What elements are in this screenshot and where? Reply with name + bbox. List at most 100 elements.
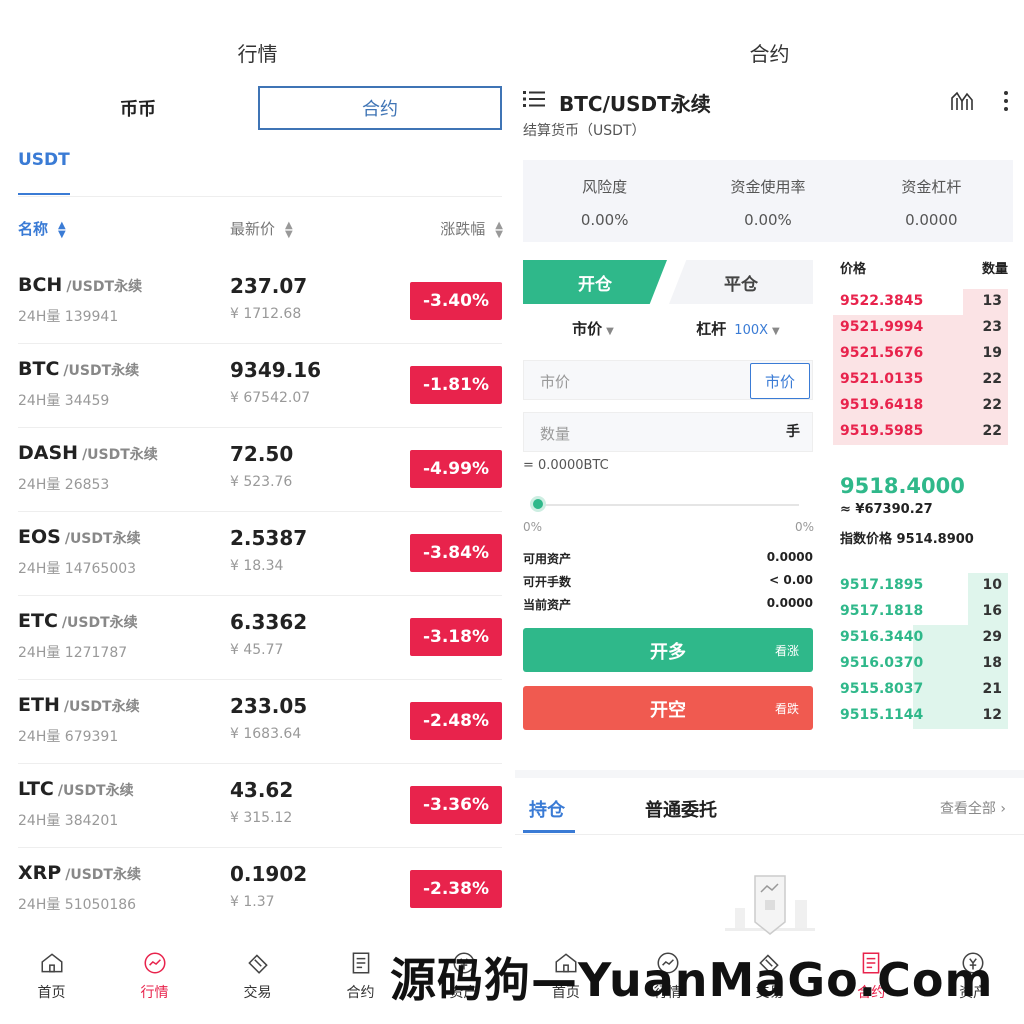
market-row-etc[interactable]: ETC/USDT永续 24H量 1271787 6.3362 ¥ 45.77 -… bbox=[18, 596, 502, 680]
sort-icon: ▲ ▼ bbox=[495, 219, 503, 240]
tab-orders[interactable]: 普通委托 bbox=[645, 796, 717, 822]
volume: 24H量 679391 bbox=[18, 729, 119, 745]
symbol: XRP bbox=[18, 862, 62, 884]
page-title: 行情 bbox=[237, 42, 278, 66]
settle-currency: 结算货币（USDT） bbox=[523, 123, 646, 139]
tab-indicator bbox=[18, 193, 70, 195]
cny-price: ¥ 1.37 bbox=[230, 894, 275, 910]
market-row-dash[interactable]: DASH/USDT永续 24H量 26853 72.50 ¥ 523.76 -4… bbox=[18, 428, 502, 512]
bid-row[interactable]: 9517.1895 10 bbox=[833, 573, 1008, 599]
symbol: ETH bbox=[18, 694, 60, 716]
nav-home[interactable]: 首页 bbox=[0, 950, 103, 1024]
sort-icon: ▲ ▼ bbox=[58, 219, 66, 240]
symbol-suffix: /USDT永续 bbox=[64, 531, 141, 547]
symbol-suffix: /USDT永续 bbox=[57, 783, 134, 799]
symbol: BCH bbox=[18, 274, 63, 296]
last-price: 233.05 bbox=[230, 694, 308, 718]
symbol-suffix: /USDT永续 bbox=[63, 363, 140, 379]
max-lots: 可开手数 < 0.00 bbox=[523, 573, 813, 589]
cny-price: ¥ 18.34 bbox=[230, 558, 284, 574]
tab-open[interactable]: 开仓 bbox=[523, 260, 667, 304]
sort-name-header[interactable]: 名称 ▲ ▼ bbox=[18, 218, 66, 239]
caret-down-icon: ▼ bbox=[772, 326, 780, 337]
more-vertical-icon[interactable] bbox=[1002, 90, 1010, 112]
ask-row[interactable]: 9519.6418 22 bbox=[833, 393, 1008, 419]
market-row-ltc[interactable]: LTC/USDT永续 24H量 384201 43.62 ¥ 315.12 -3… bbox=[18, 764, 502, 848]
sort-price-header[interactable]: 最新价 ▲ ▼ bbox=[230, 218, 293, 239]
market-price-button[interactable]: 市价 bbox=[750, 363, 810, 399]
cny-price: ¥ 67542.07 bbox=[230, 390, 311, 406]
home-icon bbox=[40, 953, 63, 973]
ask-row[interactable]: 9521.5676 19 bbox=[833, 341, 1008, 367]
ask-row[interactable]: 9522.3845 13 bbox=[833, 289, 1008, 315]
divider bbox=[515, 834, 1024, 835]
nav-market[interactable]: 行情 bbox=[103, 950, 206, 1024]
open-long-button[interactable]: 开多 看涨 bbox=[523, 628, 813, 672]
market-segment: 币币 合约 bbox=[18, 86, 502, 130]
tab-positions[interactable]: 持仓 bbox=[529, 796, 565, 822]
quantity-unit: 手 bbox=[786, 424, 800, 440]
menu-list-icon[interactable] bbox=[523, 90, 545, 108]
market-row-eth[interactable]: ETH/USDT永续 24H量 679391 233.05 ¥ 1683.64 … bbox=[18, 680, 502, 764]
page-title: 合约 bbox=[749, 42, 790, 66]
price-placeholder: 市价 bbox=[540, 373, 571, 391]
tab-close[interactable]: 平仓 bbox=[669, 260, 813, 304]
cny-price: ¥ 315.12 bbox=[230, 810, 293, 826]
change-badge: -4.99% bbox=[410, 450, 502, 488]
percent-slider[interactable] bbox=[523, 495, 813, 515]
change-badge: -3.40% bbox=[410, 282, 502, 320]
index-price: 指数价格 9514.8900 bbox=[840, 532, 974, 547]
available-assets: 可用资产 0.0000 bbox=[523, 550, 813, 566]
sort-change-header[interactable]: 涨跌幅 ▲ ▼ bbox=[440, 218, 503, 239]
market-row-xrp[interactable]: XRP/USDT永续 24H量 51050186 0.1902 ¥ 1.37 -… bbox=[18, 848, 502, 932]
market-row-btc[interactable]: BTC/USDT永续 24H量 34459 9349.16 ¥ 67542.07… bbox=[18, 344, 502, 428]
change-badge: -1.81% bbox=[410, 366, 502, 404]
contract-pair[interactable]: BTC/USDT永续 bbox=[559, 88, 711, 117]
ask-row[interactable]: 9519.5985 22 bbox=[833, 419, 1008, 445]
open-close-tabs: 开仓 平仓 bbox=[523, 260, 813, 304]
last-price: 6.3362 bbox=[230, 610, 308, 634]
risk-value: 0.00% bbox=[580, 211, 629, 229]
depth-chart-icon[interactable] bbox=[950, 90, 974, 112]
market-row-eos[interactable]: EOS/USDT永续 24H量 14765003 2.5387 ¥ 18.34 … bbox=[18, 512, 502, 596]
order-options: 市价 ▼ 杠杆 100X ▼ bbox=[523, 318, 813, 346]
current-assets: 当前资产 0.0000 bbox=[523, 596, 813, 612]
bid-row[interactable]: 9515.1144 12 bbox=[833, 703, 1008, 729]
ask-row[interactable]: 9521.9994 23 bbox=[833, 315, 1008, 341]
slider-track bbox=[537, 504, 799, 506]
segment-spot[interactable]: 币币 bbox=[18, 86, 258, 130]
change-badge: -3.84% bbox=[410, 534, 502, 572]
market-row-bch[interactable]: BCH/USDT永续 24H量 139941 237.07 ¥ 1712.68 … bbox=[18, 260, 502, 344]
slider-handle[interactable] bbox=[530, 496, 546, 512]
open-short-button[interactable]: 开空 看跌 bbox=[523, 686, 813, 730]
volume: 24H量 34459 bbox=[18, 393, 110, 409]
last-price-cny: ≈ ¥67390.27 bbox=[840, 502, 933, 517]
usage-value: 0.00% bbox=[744, 211, 792, 229]
ask-row[interactable]: 9521.0135 22 bbox=[833, 367, 1008, 393]
segment-contract[interactable]: 合约 bbox=[258, 86, 502, 130]
volume: 24H量 139941 bbox=[18, 309, 119, 325]
bid-row[interactable]: 9516.0370 18 bbox=[833, 651, 1008, 677]
view-all-link[interactable]: 查看全部 › bbox=[940, 798, 1006, 818]
leverage-select[interactable]: 杠杆 100X ▼ bbox=[663, 318, 813, 346]
symbol-suffix: /USDT永续 bbox=[63, 699, 140, 715]
tab-indicator bbox=[523, 830, 575, 833]
symbol-suffix: /USDT永续 bbox=[66, 279, 143, 295]
contract-screen: 合约 BTC/USDT永续 结算货币（USDT） 风险度 0.00% 资金使用率 0… bbox=[515, 0, 1024, 1024]
sort-icon: ▲ ▼ bbox=[285, 219, 293, 240]
cny-price: ¥ 523.76 bbox=[230, 474, 293, 490]
watermark-text: 源码狗—YuanMaGo.Com bbox=[390, 953, 994, 1007]
price-input[interactable]: 市价 市价 bbox=[523, 360, 813, 400]
bid-row[interactable]: 9515.8037 21 bbox=[833, 677, 1008, 703]
usage-label: 资金使用率 bbox=[730, 178, 806, 196]
quantity-input[interactable]: 数量 手 bbox=[523, 412, 813, 452]
position-tabs: 持仓 普通委托 查看全部 › bbox=[515, 770, 1024, 835]
leverage-value: 0.0000 bbox=[905, 211, 958, 229]
quote-tab-usdt[interactable]: USDT bbox=[18, 150, 70, 170]
last-price: 0.1902 bbox=[230, 862, 308, 886]
order-type-select[interactable]: 市价 ▼ bbox=[523, 318, 663, 346]
bid-row[interactable]: 9516.3440 29 bbox=[833, 625, 1008, 651]
bid-row[interactable]: 9517.1818 16 bbox=[833, 599, 1008, 625]
nav-trade[interactable]: 交易 bbox=[206, 950, 309, 1024]
risk-label: 风险度 bbox=[582, 178, 628, 196]
